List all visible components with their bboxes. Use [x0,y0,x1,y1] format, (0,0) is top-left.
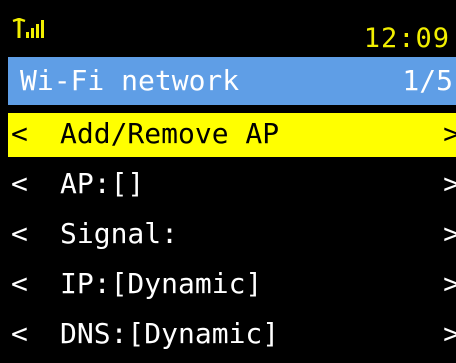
menu-item-label: AP:[] [60,167,145,200]
clock-time: 12:09 [363,23,450,54]
menu-item-ip[interactable]: < IP:[Dynamic] > [8,263,456,307]
menu-item-ap[interactable]: < AP:[] > [8,163,456,207]
menu-item-signal[interactable]: < Signal: > [8,213,456,257]
arrow-right-icon: > [443,167,456,200]
title-bar: Wi-Fi network 1/5 [8,57,456,105]
screen-title: Wi-Fi network [20,64,240,97]
status-bar: 12:09 [0,0,456,54]
menu-item-dns[interactable]: < DNS:[Dynamic] > [8,313,456,357]
arrow-left-icon: < [11,167,28,200]
arrow-left-icon: < [11,317,28,350]
menu-item-label: IP:[Dynamic] [60,267,263,300]
arrow-left-icon: < [11,267,28,300]
device-screen: 12:09 Wi-Fi network 1/5 < Add/Remove AP … [0,0,456,350]
arrow-right-icon: > [443,267,456,300]
arrow-right-icon: > [443,217,456,250]
menu-list: < Add/Remove AP > < AP:[] > < Signal: > … [8,113,456,363]
arrow-left-icon: < [11,217,28,250]
menu-item-label: Add/Remove AP [60,117,280,150]
arrow-left-icon: < [11,117,28,150]
page-indicator: 1/5 [402,64,453,97]
arrow-right-icon: > [443,117,456,150]
menu-item-label: Signal: [60,217,179,250]
arrow-right-icon: > [443,317,456,350]
menu-item-add-remove-ap[interactable]: < Add/Remove AP > [8,113,456,157]
menu-item-label: DNS:[Dynamic] [60,317,280,350]
signal-antenna-icon [12,18,44,38]
